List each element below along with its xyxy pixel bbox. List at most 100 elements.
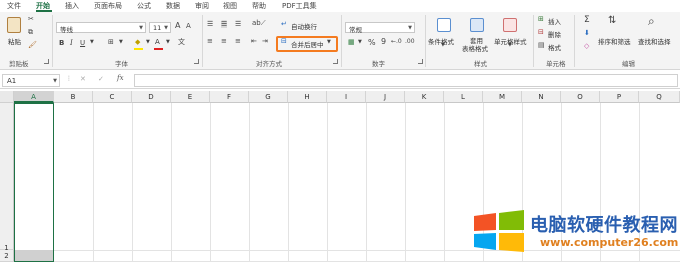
selected-column-a[interactable] [14,103,54,262]
chevron-down-icon[interactable]: ▼ [441,43,445,48]
format-as-table-label-2[interactable]: 表格格式 [462,43,488,53]
chevron-down-icon[interactable]: ▼ [146,40,150,45]
align-left-icon[interactable]: ≡ [207,38,213,45]
column-header-j[interactable]: J [366,91,405,103]
paste-label[interactable]: 粘贴 [8,36,21,46]
bold-icon[interactable]: B [59,40,64,47]
column-header-b[interactable]: B [54,91,93,103]
column-header-d[interactable]: D [132,91,171,103]
cell-styles-icon[interactable] [503,18,517,32]
format-cells-button[interactable]: 格式 [548,42,561,52]
align-middle-icon[interactable]: ☰ [221,21,228,28]
tab-formulas[interactable]: 公式 [137,1,151,11]
font-color-icon[interactable]: A [155,39,160,46]
wrap-text-icon[interactable]: ↵ [281,21,287,28]
align-center-icon[interactable]: ≡ [221,38,227,45]
percent-icon[interactable]: % [368,39,376,47]
column-header-g[interactable]: G [249,91,288,103]
number-format-select[interactable]: 常规 ▼ [345,22,415,34]
wrap-text-button[interactable]: 自动换行 [291,21,317,31]
increase-decimal-icon[interactable]: ←.0 [391,39,402,45]
row-header-2[interactable]: 2 [0,250,14,262]
decrease-indent-icon[interactable]: ⇤ [251,38,257,45]
autosum-icon[interactable]: Σ [584,16,590,25]
fill-icon[interactable]: ⬇ [584,30,590,37]
clear-icon[interactable]: ◇ [584,43,589,50]
currency-icon[interactable]: ▦ [348,39,355,46]
chevron-down-icon[interactable]: ▼ [166,40,170,45]
align-right-icon[interactable]: ≡ [235,38,241,45]
name-box[interactable]: A1 ▼ [2,74,60,87]
name-box-menu-icon[interactable]: ⋮ [66,76,72,82]
conditional-formatting-icon[interactable] [437,18,451,32]
column-header-m[interactable]: M [483,91,522,103]
chevron-down-icon[interactable]: ▼ [90,40,94,45]
number-launcher-icon[interactable] [418,59,423,64]
editing-group-label: 编辑 [622,60,635,68]
borders-icon[interactable]: ⊞ [108,39,114,46]
column-header-c[interactable]: C [93,91,132,103]
column-header-a[interactable]: A [14,91,54,103]
increase-indent-icon[interactable]: ⇥ [262,38,268,45]
column-header-n[interactable]: N [522,91,561,103]
chevron-down-icon[interactable]: ▼ [119,40,123,45]
italic-icon[interactable]: I [70,40,73,47]
tab-file[interactable]: 文件 [7,1,21,11]
align-top-icon[interactable]: ☰ [207,21,213,28]
font-launcher-icon[interactable] [194,59,199,64]
phonetic-icon[interactable]: 文 [178,39,185,46]
increase-font-icon[interactable]: A [175,22,180,30]
column-header-p[interactable]: P [600,91,639,103]
orientation-icon[interactable]: ab⟋ [252,20,266,27]
selected-cell-a2[interactable] [15,250,53,261]
insert-cells-icon[interactable]: ⊞ [538,16,544,23]
tab-page-layout[interactable]: 页面布局 [94,1,122,11]
format-as-table-icon[interactable] [470,18,484,32]
format-cells-icon[interactable]: ▤ [538,42,545,49]
format-painter-icon[interactable]: 🖌 [28,42,37,49]
insert-cells-button[interactable]: 插入 [548,16,561,26]
gridline [288,103,289,262]
delete-cells-icon[interactable]: ⊟ [538,29,544,36]
delete-cells-button[interactable]: 删除 [548,29,561,39]
alignment-launcher-icon[interactable] [333,59,338,64]
clipboard-launcher-icon[interactable] [44,59,49,64]
underline-icon[interactable]: U [80,40,85,47]
cut-icon[interactable]: ✂ [28,16,34,23]
column-header-k[interactable]: K [405,91,444,103]
tab-pdf-tools[interactable]: PDF工具集 [282,1,317,11]
column-header-i[interactable]: I [327,91,366,103]
align-bottom-icon[interactable]: ☰ [235,21,241,28]
comma-style-icon[interactable]: 9 [381,38,386,46]
chevron-down-icon[interactable]: ▼ [508,43,512,48]
copy-icon[interactable]: ⧉ [28,29,33,36]
row-header-1[interactable]: 1 [0,103,14,252]
select-all-button[interactable] [0,91,14,103]
insert-function-icon[interactable]: fx [117,75,124,82]
enter-icon[interactable]: ✓ [98,76,104,83]
tab-data[interactable]: 数据 [166,1,180,11]
decrease-decimal-icon[interactable]: .00 [405,39,415,45]
tab-view[interactable]: 视图 [223,1,237,11]
sort-filter-button[interactable]: 排序和筛选 [598,36,631,46]
search-icon[interactable]: ⌕ [648,15,655,27]
tab-help[interactable]: 帮助 [252,1,266,11]
tab-insert[interactable]: 插入 [65,1,79,11]
tab-review[interactable]: 审阅 [195,1,209,11]
font-name-select[interactable]: 等线 ▼ [56,22,146,34]
column-header-h[interactable]: H [288,91,327,103]
column-header-o[interactable]: O [561,91,600,103]
decrease-font-icon[interactable]: A [186,23,191,30]
column-header-f[interactable]: F [210,91,249,103]
font-size-select[interactable]: 11 ▼ [149,22,171,33]
column-header-e[interactable]: E [171,91,210,103]
chevron-down-icon[interactable]: ▼ [358,40,362,45]
fill-color-icon[interactable]: ◆ [135,39,140,46]
column-header-l[interactable]: L [444,91,483,103]
find-select-button[interactable]: 查找和选择 [638,36,671,46]
formula-input[interactable] [134,74,678,87]
cancel-icon[interactable]: ✕ [80,76,86,83]
paste-icon[interactable] [7,17,21,33]
column-header-q[interactable]: Q [639,91,680,103]
sort-filter-icon[interactable]: ⇅ [608,16,616,26]
